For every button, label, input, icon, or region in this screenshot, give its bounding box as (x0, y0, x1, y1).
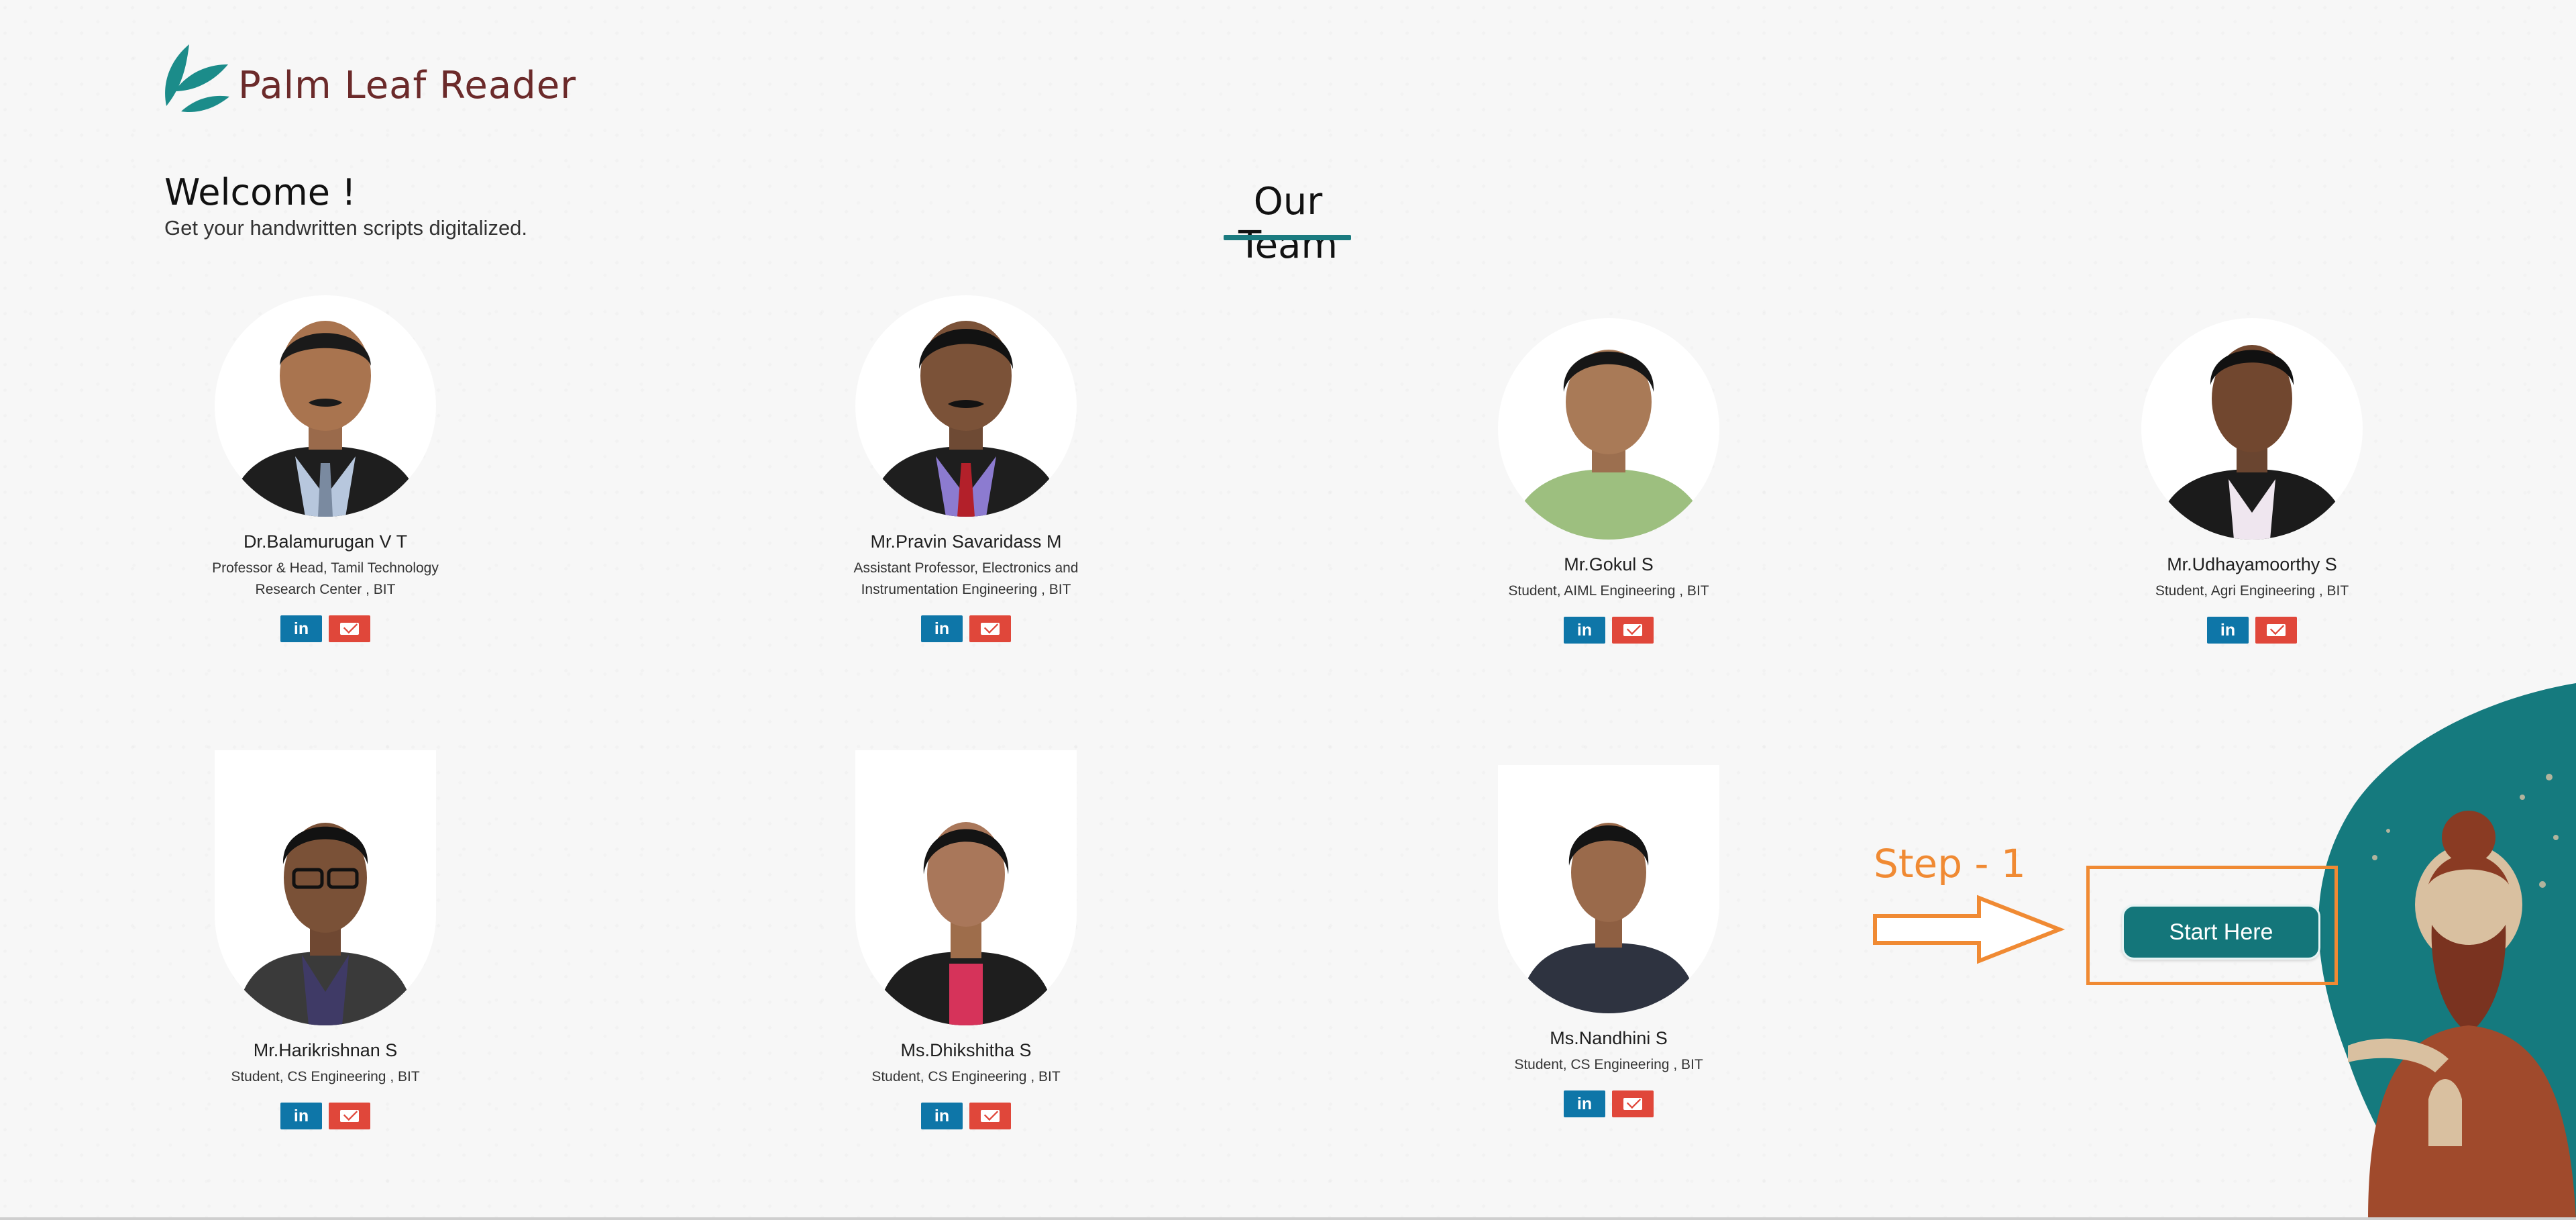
step-label: Step - 1 (1874, 841, 2026, 886)
linkedin-icon[interactable]: in (280, 615, 322, 642)
linkedin-icon[interactable]: in (280, 1103, 322, 1129)
team-member-card: Ms.Dhikshitha S Student, CS Engineering … (805, 750, 1127, 1129)
team-member-card: Mr.Udhayamoorthy S Student, Agri Enginee… (2091, 318, 2413, 644)
member-name: Mr.Pravin Savaridass M (870, 531, 1062, 552)
leaf-icon (165, 44, 229, 113)
team-title-underline (1224, 235, 1351, 240)
welcome-title: Welcome ! (164, 171, 356, 213)
linkedin-icon[interactable]: in (2207, 617, 2249, 644)
member-name: Mr.Udhayamoorthy S (2167, 554, 2337, 574)
member-role: Student, Agri Engineering , BIT (2155, 583, 2349, 599)
start-here-button[interactable]: Start Here (2122, 905, 2320, 960)
team-member-card: Ms.Nandhini S Student, CS Engineering , … (1448, 765, 1770, 1117)
member-name: Mr.Gokul S (1564, 554, 1654, 574)
team-member-card: Mr.Gokul S Student, AIML Engineering , B… (1448, 318, 1770, 644)
member-role: Student, AIML Engineering , BIT (1508, 583, 1709, 599)
email-icon[interactable] (969, 615, 1011, 642)
linkedin-icon[interactable]: in (1564, 617, 1605, 644)
email-icon[interactable] (969, 1103, 1011, 1129)
member-photo (1498, 318, 1719, 540)
team-member-card: Mr.Pravin Savaridass M Assistant Profess… (805, 295, 1127, 642)
email-icon[interactable] (329, 1103, 370, 1129)
member-photo (215, 295, 436, 517)
member-name: Dr.Balamurugan V T (243, 531, 408, 552)
arrow-right-icon (1873, 895, 2065, 964)
email-icon[interactable] (1612, 1090, 1654, 1117)
member-role: Student, CS Engineering , BIT (1514, 1057, 1703, 1072)
member-name: Ms.Nandhini S (1550, 1028, 1668, 1048)
email-icon[interactable] (2255, 617, 2297, 644)
member-role: Professor & Head, Tamil Technology Resea… (212, 560, 439, 597)
member-role: Assistant Professor, Electronics and Ins… (853, 560, 1079, 597)
brand-name[interactable]: Palm Leaf Reader (238, 64, 576, 107)
welcome-subtitle: Get your handwritten scripts digitalized… (164, 216, 528, 240)
member-name: Ms.Dhikshitha S (900, 1040, 1032, 1060)
member-name: Mr.Harikrishnan S (253, 1040, 398, 1060)
member-photo (855, 750, 1077, 1025)
footer-divider (0, 1217, 2576, 1220)
email-icon[interactable] (1612, 617, 1654, 644)
member-photo (2141, 318, 2363, 540)
member-photo (1498, 765, 1719, 1013)
linkedin-icon[interactable]: in (921, 1103, 963, 1129)
member-role: Student, CS Engineering , BIT (231, 1069, 420, 1084)
member-photo (855, 295, 1077, 517)
team-member-card: Mr.Harikrishnan S Student, CS Engineerin… (164, 750, 486, 1129)
linkedin-icon[interactable]: in (1564, 1090, 1605, 1117)
email-icon[interactable] (329, 615, 370, 642)
member-role: Student, CS Engineering , BIT (871, 1069, 1061, 1084)
member-photo (215, 750, 436, 1025)
team-title: Our Team (1238, 180, 1338, 267)
team-member-card: Dr.Balamurugan V T Professor & Head, Tam… (164, 295, 486, 642)
linkedin-icon[interactable]: in (921, 615, 963, 642)
